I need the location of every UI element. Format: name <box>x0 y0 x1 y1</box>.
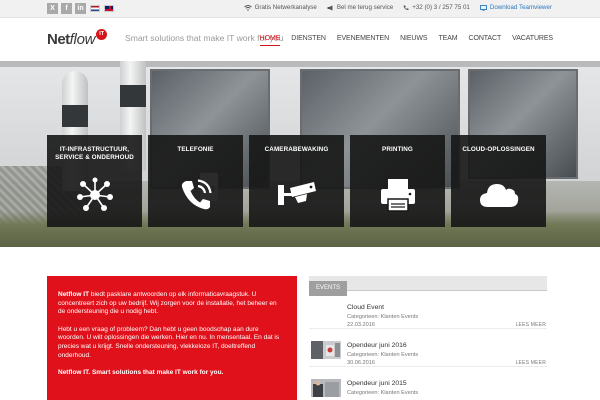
event-title[interactable]: Opendeur juni 2016 <box>347 342 407 349</box>
nav-vacatures[interactable]: VACATURES <box>512 35 553 46</box>
flag-uk-icon[interactable] <box>104 3 114 14</box>
flag-nl-icon[interactable] <box>90 3 100 14</box>
phone-link[interactable]: +32 (0) 3 / 257 75 01 <box>403 4 470 11</box>
nav-contact[interactable]: CONTACT <box>469 35 502 46</box>
tile-label: IT-INFRASTRUCTUUR, SERVICE & ONDERHOUD <box>55 146 134 161</box>
monitor-icon <box>479 4 487 11</box>
service-tiles: IT-INFRASTRUCTUUR, SERVICE & ONDERHOUD T… <box>47 135 546 227</box>
tile-icon-wrap <box>47 177 142 213</box>
teamviewer-label: Download Teamviewer <box>489 4 552 11</box>
site-header: Net flow IT Smart solutions that make IT w… <box>0 19 600 61</box>
event-item[interactable]: Opendeur juni 2015 Categorieen: Klanten … <box>309 367 547 400</box>
logo-flow: flow <box>69 31 96 48</box>
event-title[interactable]: Cloud Event <box>347 304 384 311</box>
event-thumbnail[interactable] <box>311 379 341 397</box>
event-date: 30.06.2016 <box>347 360 375 366</box>
logo-net: Net <box>47 31 70 48</box>
event-category[interactable]: Categorieen: Klanten Events <box>347 390 418 396</box>
xing-icon[interactable]: X <box>47 3 58 14</box>
top-utility-bar: X f in Gratis Netwerkanalyse Bel me teru… <box>0 0 600 18</box>
tile-telefonie[interactable]: TELEFONIE <box>148 135 243 227</box>
megaphone-icon <box>327 5 333 10</box>
intro-text-1: biedt pasklare antwoorden op elk informa… <box>58 291 277 316</box>
tile-it-infrastructuur[interactable]: IT-INFRASTRUCTUUR, SERVICE & ONDERHOUD <box>47 135 142 227</box>
nav-diensten[interactable]: DIENSTEN <box>291 35 326 46</box>
wifi-icon <box>243 4 252 11</box>
event-photo-image <box>311 341 341 359</box>
phone-icon <box>403 5 409 10</box>
event-category[interactable]: Categorieen: Klanten Events <box>347 352 418 358</box>
netwerkanalyse-link[interactable]: Gratis Netwerkanalyse <box>243 4 317 11</box>
nav-home[interactable]: HOME <box>259 35 280 46</box>
cloud-icon <box>479 184 518 207</box>
printer-icon <box>380 179 415 212</box>
phone-number: +32 (0) 3 / 257 75 01 <box>412 4 470 11</box>
tile-icon-wrap <box>148 177 243 213</box>
event-thumbnail[interactable] <box>311 341 341 359</box>
tile-printing[interactable]: PRINTING <box>350 135 445 227</box>
tile-icon-wrap <box>350 177 445 213</box>
tile-icon-wrap <box>249 177 344 213</box>
facebook-icon[interactable]: f <box>61 3 72 14</box>
terugbel-label: Bel me terug service <box>336 4 394 11</box>
tile-label: TELEFONIE <box>177 146 214 153</box>
top-links: Gratis Netwerkanalyse Bel me terug servi… <box>243 4 552 11</box>
tile-icon-wrap <box>451 177 546 213</box>
tile-label: PRINTING <box>382 146 413 153</box>
intro-paragraph-2: Hebt u een vraag of probleem? Dan hebt u… <box>58 325 280 359</box>
intro-brand: Netflow IT <box>58 291 90 298</box>
read-more-link[interactable]: LEES MEER <box>516 322 546 328</box>
event-item[interactable]: Opendeur juni 2016 Categorieen: Klanten … <box>309 329 547 367</box>
nav-evenementen[interactable]: EVENEMENTEN <box>337 35 389 46</box>
phone-ringing-icon <box>181 179 212 210</box>
event-category[interactable]: Categorieen: Klanten Events <box>347 314 418 320</box>
events-panel: EVENTS Cloud Event Categorieen: Klanten … <box>309 276 547 400</box>
event-title[interactable]: Opendeur juni 2015 <box>347 380 407 387</box>
event-photo-image <box>311 379 341 397</box>
network-icon <box>76 177 113 211</box>
linkedin-icon[interactable]: in <box>75 3 86 14</box>
teamviewer-link[interactable]: Download Teamviewer <box>479 4 552 11</box>
nav-nieuws[interactable]: NIEUWS <box>400 35 428 46</box>
tile-label: CLOUD-OPLOSSINGEN <box>462 146 535 153</box>
intro-paragraph-3: Netflow IT. Smart solutions that make IT… <box>58 369 285 378</box>
read-more-link[interactable]: LEES MEER <box>516 360 546 366</box>
netwerkanalyse-label: Gratis Netwerkanalyse <box>254 4 317 11</box>
tile-label: CAMERABEWAKING <box>264 146 329 153</box>
netflow-logo[interactable]: Net flow IT <box>47 29 108 49</box>
events-header: EVENTS <box>309 276 547 296</box>
main-nav: HOME DIENSTEN EVENEMENTEN NIEUWS TEAM CO… <box>259 35 553 46</box>
event-item[interactable]: Cloud Event Categorieen: Klanten Events … <box>309 291 547 329</box>
intro-paragraph-1: Netflow IT biedt pasklare antwoorden op … <box>58 291 285 317</box>
intro-slogan: Netflow IT. Smart solutions that make IT… <box>58 369 224 377</box>
terugbel-link[interactable]: Bel me terug service <box>327 4 393 11</box>
hero-roofline <box>0 61 600 67</box>
event-date: 22.03.2016 <box>347 322 375 328</box>
tile-camerabewaking[interactable]: CAMERABEWAKING <box>249 135 344 227</box>
tile-cloud-oplossingen[interactable]: CLOUD-OPLOSSINGEN <box>451 135 546 227</box>
security-camera-icon <box>277 182 316 205</box>
nav-team[interactable]: TEAM <box>438 35 457 46</box>
logo-it-badge: IT <box>96 29 108 40</box>
social-links: X f in <box>47 3 114 14</box>
hero-banner: 243 IT-INFRASTRUCTUUR, SERVICE & ONDERHO… <box>0 61 600 247</box>
intro-box: Netflow IT biedt pasklare antwoorden op … <box>47 276 297 400</box>
